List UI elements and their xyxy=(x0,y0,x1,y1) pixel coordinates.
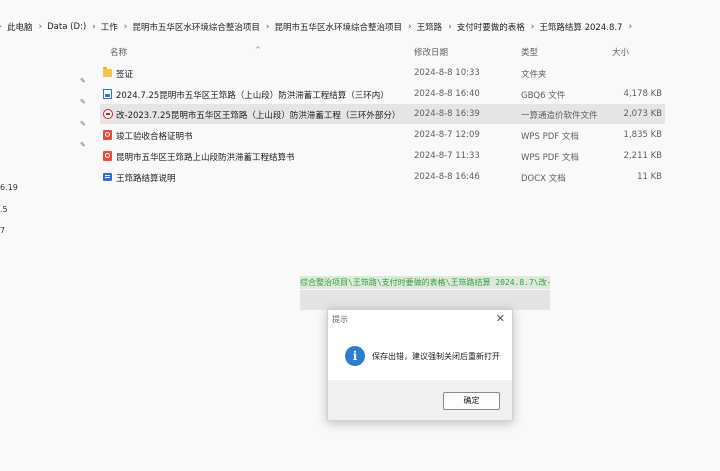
chevron-right-icon[interactable]: › xyxy=(628,22,632,32)
pdf-icon xyxy=(103,130,112,140)
file-row[interactable]: 签证 2024-8-8 10:33 文件夹 xyxy=(100,63,665,83)
file-date: 2024-8-8 10:33 xyxy=(414,68,480,78)
file-row[interactable]: 王筇路结算说明 2024-8-8 16:46 DOCX 文档 11 KB xyxy=(100,167,665,187)
breadcrumb-item-settlement[interactable]: 王筇路结算 2024.8.7 xyxy=(538,20,623,34)
background-window-area xyxy=(300,290,550,310)
file-date: 2024-8-7 12:09 xyxy=(414,130,480,140)
chevron-right-icon[interactable]: › xyxy=(408,22,412,32)
breadcrumb-item-drive-d[interactable]: Data (D:) xyxy=(46,21,87,33)
pin-icon[interactable]: ✎ xyxy=(80,141,86,149)
dialog-message: 保存出错，建议强制关闭后重新打开 xyxy=(372,352,500,361)
breadcrumb-item-this-pc[interactable]: 此电脑 xyxy=(6,20,34,34)
sort-ascending-icon: ^ xyxy=(255,46,261,54)
gbq6-file-icon xyxy=(103,89,112,99)
info-icon: i xyxy=(345,346,365,366)
file-size: 1,835 KB xyxy=(623,130,662,140)
file-type: DOCX 文档 xyxy=(521,174,566,184)
dialog-title: 提示 xyxy=(332,315,348,324)
column-size[interactable]: 大小 xyxy=(612,46,629,58)
file-date: 2024-8-8 16:46 xyxy=(414,172,480,182)
column-type[interactable]: 类型 xyxy=(521,46,538,58)
file-name: 签证 xyxy=(116,70,134,80)
chevron-right-icon[interactable]: › xyxy=(124,22,128,32)
file-name: 昆明市五华区王筇路上山段防洪滞蓄工程结算书 xyxy=(116,153,295,163)
file-row[interactable]: 2024.7.25昆明市五华区王筇路（上山段）防洪滞蓄工程结算（三环内） 202… xyxy=(100,84,665,104)
close-icon[interactable]: ✕ xyxy=(496,312,505,325)
breadcrumb: › 此电脑 › Data (D:) › 工作 › 昆明市五华区水环境综合整治项目… xyxy=(0,17,720,37)
column-date-modified[interactable]: 修改日期 xyxy=(414,46,448,58)
file-row[interactable]: 竣工验收合格证明书 2024-8-7 12:09 WPS PDF 文档 1,83… xyxy=(100,125,665,145)
breadcrumb-item-work[interactable]: 工作 xyxy=(100,20,119,34)
sidebar-item-label[interactable]: 7 xyxy=(0,226,5,235)
file-size: 11 KB xyxy=(637,172,662,182)
sidebar-item-label[interactable]: .5 xyxy=(0,205,8,214)
file-date: 2024-8-8 16:39 xyxy=(414,109,480,119)
chevron-right-icon[interactable]: › xyxy=(448,22,452,32)
sidebar-item-label[interactable]: 6.19 xyxy=(0,183,18,192)
breadcrumb-item-road[interactable]: 王筇路 xyxy=(416,20,444,34)
breadcrumb-item-forms[interactable]: 支付时要做的表格 xyxy=(456,20,526,34)
pin-icon[interactable]: ✎ xyxy=(80,120,86,128)
file-name: 改-2023.7.25昆明市五华区王筇路（上山段）防洪滞蓄工程（三环外部分） xyxy=(116,111,401,121)
folder-icon xyxy=(103,67,112,77)
file-name: 竣工验收合格证明书 xyxy=(116,132,193,142)
file-name: 王筇路结算说明 xyxy=(116,174,176,184)
pdf-icon xyxy=(103,151,112,161)
column-header: ^ 名称 修改日期 类型 大小 xyxy=(0,42,720,60)
ok-button[interactable]: 确定 xyxy=(443,392,500,410)
file-row-selected[interactable]: 改-2023.7.25昆明市五华区王筇路（上山段）防洪滞蓄工程（三环外部分） 2… xyxy=(100,104,665,124)
chevron-right-icon[interactable]: › xyxy=(266,22,270,32)
column-name[interactable]: 名称 xyxy=(110,46,127,58)
file-path-bar: 综合整治项目\王筇路\支付时要做的表格\王筇路结算 2024.8.7\改-202 xyxy=(300,276,550,289)
file-type: WPS PDF 文档 xyxy=(521,153,579,163)
message-dialog: 提示 ✕ i 保存出错，建议强制关闭后重新打开 确定 xyxy=(327,309,513,421)
file-date: 2024-8-8 16:40 xyxy=(414,89,480,99)
file-type: 文件夹 xyxy=(521,70,547,80)
chevron-right-icon[interactable]: › xyxy=(531,22,535,32)
file-type: GBQ6 文件 xyxy=(521,91,566,101)
chevron-right-icon[interactable]: › xyxy=(92,22,96,32)
file-type: 一算通造价软件文件 xyxy=(521,111,598,121)
pin-icon[interactable]: ✎ xyxy=(80,77,86,85)
file-date: 2024-8-7 11:33 xyxy=(414,151,480,161)
file-size: 4,178 KB xyxy=(623,89,662,99)
breadcrumb-item-project-1[interactable]: 昆明市五华区水环境综合整治项目 xyxy=(131,20,261,34)
file-size: 2,211 KB xyxy=(623,151,662,161)
app-file-icon xyxy=(103,109,113,119)
file-name: 2024.7.25昆明市五华区王筇路（上山段）防洪滞蓄工程结算（三环内） xyxy=(116,91,389,101)
file-row[interactable]: 昆明市五华区王筇路上山段防洪滞蓄工程结算书 2024-8-7 11:33 WPS… xyxy=(100,146,665,166)
pin-icon[interactable]: ✎ xyxy=(80,98,86,106)
breadcrumb-item-project-2[interactable]: 昆明市五华区水环境综合整治项目 xyxy=(274,20,404,34)
file-size: 2,073 KB xyxy=(623,109,662,119)
chevron-right-icon[interactable]: › xyxy=(39,22,43,32)
file-type: WPS PDF 文档 xyxy=(521,132,579,142)
docx-icon xyxy=(103,173,112,181)
